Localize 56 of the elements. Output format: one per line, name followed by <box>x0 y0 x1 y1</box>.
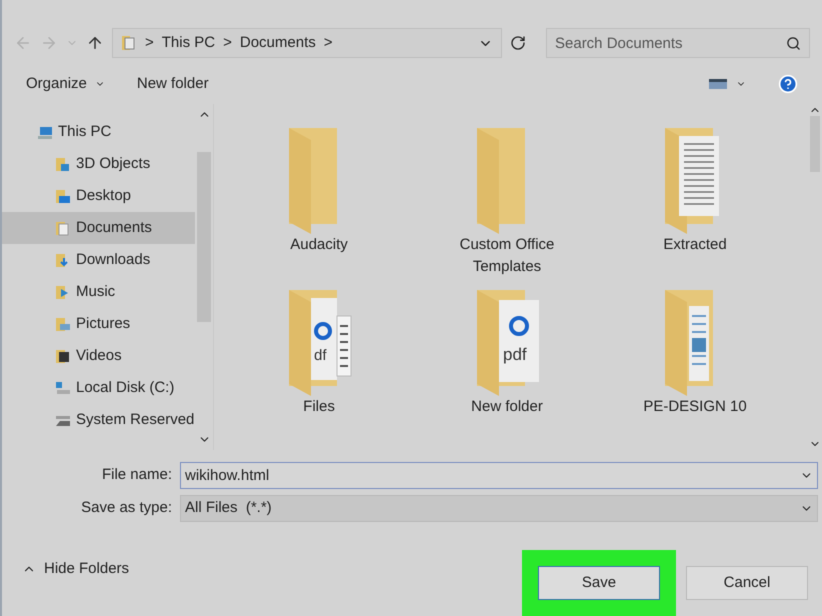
field-label: File name: <box>100 465 172 486</box>
breadcrumb-item[interactable]: Documents <box>240 32 316 54</box>
folder-icon <box>477 290 539 396</box>
breadcrumb-separator: > <box>223 32 232 53</box>
sidebar-item[interactable]: Music <box>2 276 195 308</box>
folder-name: Files <box>302 397 336 417</box>
toolbar-button[interactable]: New folder <box>136 72 209 96</box>
thumbnail-label: pdf <box>503 345 527 364</box>
toolbar-button[interactable]: Organize <box>26 72 105 96</box>
document-folder-icon <box>121 35 137 51</box>
folder-item[interactable]: Audacity <box>234 124 404 278</box>
folder-icon <box>665 128 719 234</box>
folder-item[interactable]: pdf New folder <box>422 286 592 418</box>
help-icon[interactable] <box>778 74 798 94</box>
sidebar-item[interactable]: Downloads <box>2 244 195 276</box>
dialog-button[interactable]: Cancel <box>686 566 808 600</box>
sidebar-item[interactable]: 3D Objects <box>2 148 195 180</box>
file-type-dropdown[interactable]: All Files (*.*) <box>180 495 818 522</box>
search-field[interactable]: Search Documents <box>555 29 786 57</box>
folder-item[interactable]: Extracted <box>610 124 780 278</box>
refresh-icon[interactable] <box>510 35 526 51</box>
folder-name: Extracted <box>662 235 728 255</box>
folder-icon <box>289 290 352 396</box>
folder-icon <box>477 128 525 234</box>
folder-name: Audacity <box>289 235 349 255</box>
folder-item[interactable]: df Files <box>234 286 404 418</box>
sidebar-item[interactable]: System Reserved <box>2 404 195 436</box>
folder-icon <box>289 128 337 234</box>
sidebar-item[interactable]: Videos <box>2 340 195 372</box>
sidebar-item[interactable]: Local Disk (C:) <box>2 372 195 404</box>
search-icon <box>786 36 801 50</box>
hide-folders-toggle[interactable]: Hide Folders <box>22 558 130 580</box>
forward-arrow-icon[interactable] <box>40 34 58 52</box>
sidebar-item[interactable]: Desktop <box>2 180 195 212</box>
address-bar[interactable]: > This PC > Documents > <box>112 28 502 58</box>
sidebar-item[interactable]: Pictures <box>2 308 195 340</box>
folder-item[interactable]: PE-DESIGN 10 <box>610 286 780 418</box>
sidebar-item[interactable]: This PC <box>2 116 195 148</box>
view-options-icon[interactable] <box>708 77 728 91</box>
thumbnail-label: df <box>314 347 327 364</box>
breadcrumb-separator: > <box>145 32 154 53</box>
folder-name: PE-DESIGN 10 <box>642 397 748 417</box>
sidebar-item[interactable]: Documents <box>2 212 195 244</box>
cube-folder-icon <box>54 156 72 172</box>
folder-name: New folder <box>470 397 544 417</box>
breadcrumb-separator: > <box>324 32 333 53</box>
field-label: Save as type: <box>80 498 172 518</box>
folder-icon <box>665 290 713 396</box>
desktop-folder-icon <box>54 188 72 204</box>
breadcrumb-item[interactable]: This PC <box>162 32 216 54</box>
search-box[interactable]: Search Documents <box>546 28 810 58</box>
picture-folder-icon <box>54 316 72 332</box>
folder-name: Custom Office Templates <box>458 235 556 277</box>
video-folder-icon <box>54 348 72 364</box>
disk-icon <box>54 380 72 396</box>
folder-item[interactable]: Custom Office Templates <box>422 124 592 278</box>
